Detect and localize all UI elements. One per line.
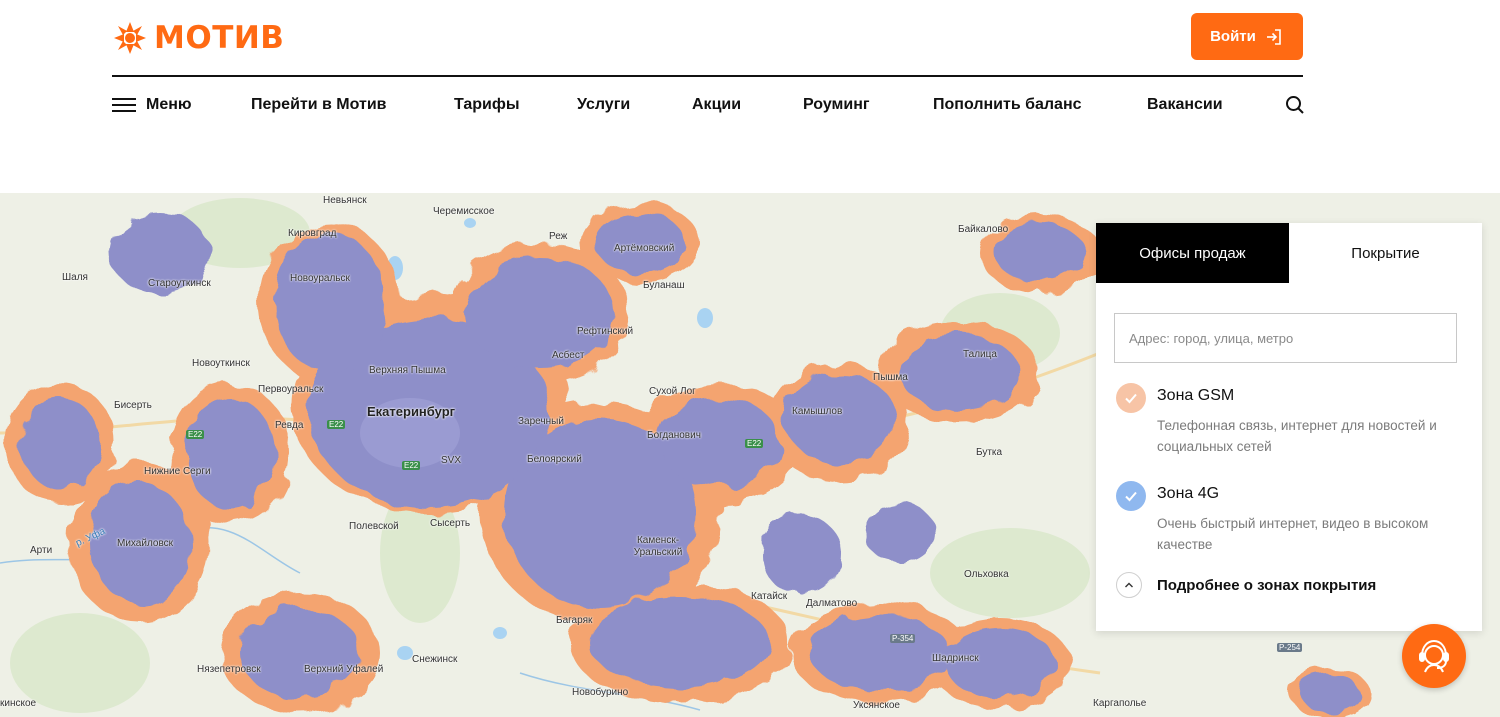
city-label: Снежинск [412,654,458,665]
city-label: Арти [30,545,53,556]
nav-vacancies[interactable]: Вакансии [1147,96,1223,114]
city-label: Черемисское [433,206,495,217]
city-label: Далматово [806,598,858,609]
city-label: Новоуткинск [192,358,250,369]
city-label: Асбест [552,350,585,361]
check-icon [1125,491,1137,502]
city-label: Полевской [349,521,399,532]
zone-title: Зона GSM [1157,387,1235,404]
site-header: МОТИВ Войти Меню Перейти в Мотив Тарифы … [0,0,1500,193]
main-nav: Меню Перейти в Мотив Тарифы Услуги Акции… [112,88,1306,122]
city-label: Пышма [873,372,908,383]
nav-go-motiv[interactable]: Перейти в Мотив [251,96,387,114]
city-label: Первоуральск [258,384,324,395]
city-label: Невьянск [323,195,367,206]
brand-logo[interactable]: МОТИВ [112,18,284,58]
chevron-up-icon [1116,572,1142,598]
sign-in-icon [1266,28,1281,45]
zone-4g-toggle[interactable] [1116,481,1146,511]
tab-offices[interactable]: Офисы продаж [1096,223,1289,283]
city-label: Верхний Уфалей [304,664,384,675]
city-label: Шаля [62,272,88,283]
menu-label: Меню [146,96,192,113]
road-sign: Р-254 [1277,643,1303,652]
road-sign: E22 [745,439,764,448]
hamburger-icon [112,98,136,112]
nav-roaming[interactable]: Роуминг [803,96,870,114]
road-sign: E22 [402,461,421,470]
city-label: Новоуральск [290,273,350,284]
header-divider [112,75,1303,77]
search-icon[interactable] [1284,94,1306,116]
coverage-panel: Офисы продаж Покрытие Зона GSM Телефонна… [1096,223,1482,631]
city-label: Белоярский [527,454,582,465]
city-label: Бутка [976,447,1003,458]
road-sign: Р-354 [890,634,916,643]
city-label: Багаряк [556,615,593,626]
city-label: Сысерть [430,518,471,529]
coverage-details-label: Подробнее о зонах покрытия [1157,576,1377,594]
zone-title: Зона 4G [1157,485,1220,502]
city-label: Камышлов [792,406,843,417]
city-label: Нязепетровск [197,664,261,675]
city-label: Байкалово [958,224,1009,235]
nav-tariffs[interactable]: Тарифы [454,96,520,114]
city-label: Нижние Серги [144,466,211,477]
city-label: Шадринск [932,653,979,664]
city-label: Уксянское [853,700,900,711]
city-label: Михайловск [117,538,174,549]
airport-label: SVX [441,455,462,466]
city-label: Кировград [288,228,337,239]
menu-button[interactable]: Меню [112,96,192,114]
panel-tabs: Офисы продаж Покрытие [1096,223,1482,283]
city-label: Буланаш [643,280,685,291]
city-label: Талица [963,349,997,360]
logo-mark-icon [114,22,146,54]
road-sign: E22 [327,420,346,429]
zone-gsm-toggle[interactable] [1116,383,1146,413]
city-label: Сухой Лог [649,386,696,397]
nav-services[interactable]: Услуги [577,96,630,114]
city-label: Ольховка [964,569,1009,580]
coverage-details-link[interactable]: Подробнее о зонах покрытия [1116,572,1376,598]
zone-description: Очень быстрый интернет, видео в высоком … [1157,516,1429,552]
city-label: Богданович [647,430,701,441]
city-label: Староуткинск [148,278,211,289]
road-sign: E22 [186,430,205,439]
zone-description: Телефонная связь, интернет для новостей … [1157,418,1437,454]
tab-coverage[interactable]: Покрытие [1289,223,1482,283]
city-label: Катайск [751,591,788,602]
address-search-input[interactable] [1114,313,1457,363]
city-label: Рефтинский [577,326,634,337]
city-label: Новобурино [572,687,629,698]
check-icon [1125,393,1137,404]
city-label: Бисерть [114,400,152,411]
city-label: кинское [0,698,37,709]
city-label: Верхняя Пышма [369,365,446,376]
city-label: Каргаполье [1093,698,1147,709]
nav-topup[interactable]: Пополнить баланс [933,96,1082,114]
city-label: Заречный [518,416,564,427]
brand-name: МОТИВ [154,20,285,56]
login-label: Войти [1210,28,1256,45]
login-button[interactable]: Войти [1191,13,1303,60]
city-label: Реж [549,231,568,242]
nav-promotions[interactable]: Акции [692,96,741,114]
city-label: Артёмовский [614,243,675,254]
headset-operator-icon [1419,639,1449,673]
city-label: Каменск-Уральский [633,535,683,558]
support-chat-button[interactable] [1402,624,1466,688]
city-label: Ревда [275,420,304,431]
city-label-ekaterinburg: Екатеринбург [367,404,456,419]
